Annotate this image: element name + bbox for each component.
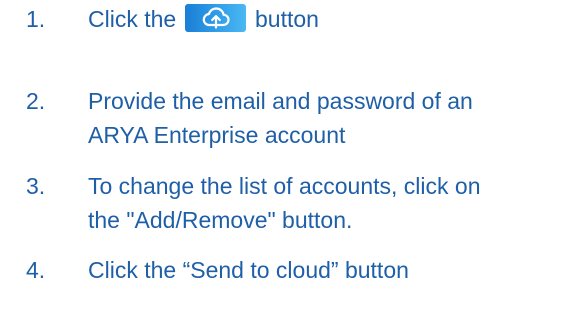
step-number: 3. xyxy=(26,173,46,199)
step-number: 2. xyxy=(26,88,46,114)
step-number: 1. xyxy=(26,6,46,32)
step-text: To change the list of accounts, click on… xyxy=(88,169,578,237)
step-text: Click the “Send to cloud” button xyxy=(88,257,409,283)
step-text-before: Click the xyxy=(88,6,177,32)
step-text-line-1: To change the list of accounts, click on xyxy=(88,173,481,199)
step-text: Provide the email and password of an ARY… xyxy=(88,84,578,152)
step-text: Click the button xyxy=(88,2,578,36)
step-text-after: button xyxy=(254,6,319,32)
step-text-line-2: the "Add/Remove" button. xyxy=(88,207,353,233)
instruction-steps: 1. Click the button 2. Provide the email… xyxy=(0,0,581,316)
cloud-upload-button[interactable] xyxy=(184,4,246,32)
cloud-upload-icon xyxy=(202,7,230,29)
step-number: 4. xyxy=(26,257,46,283)
step-text-line-1: Provide the email and password of an xyxy=(88,88,473,114)
step-text-line-2: ARYA Enterprise account xyxy=(88,122,346,148)
